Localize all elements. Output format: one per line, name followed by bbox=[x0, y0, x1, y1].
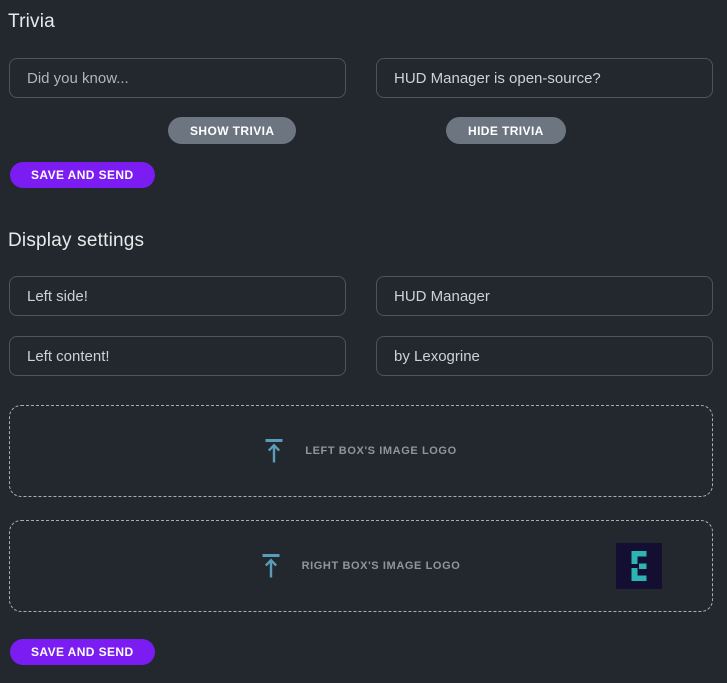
display-save-and-send-button[interactable]: SAVE AND SEND bbox=[10, 639, 155, 665]
trivia-save-and-send-button[interactable]: SAVE AND SEND bbox=[10, 162, 155, 188]
right-logo-dropzone-label: RIGHT BOX'S IMAGE LOGO bbox=[302, 560, 461, 572]
show-trivia-cell: SHOW TRIVIA bbox=[9, 117, 346, 144]
left-content-input[interactable] bbox=[9, 336, 346, 376]
pixel-e-logo-icon bbox=[631, 551, 647, 581]
right-content-input[interactable] bbox=[376, 336, 713, 376]
trivia-question-field bbox=[9, 58, 346, 98]
left-logo-dropzone[interactable]: LEFT BOX'S IMAGE LOGO bbox=[9, 405, 713, 497]
right-logo-dropzone[interactable]: RIGHT BOX'S IMAGE LOGO bbox=[9, 520, 713, 612]
show-trivia-button[interactable]: SHOW TRIVIA bbox=[168, 117, 296, 144]
trivia-content-input[interactable] bbox=[376, 58, 713, 98]
trivia-inputs-row bbox=[9, 58, 713, 98]
trivia-question-input[interactable] bbox=[9, 58, 346, 98]
trivia-buttons-row: SHOW TRIVIA HIDE TRIVIA bbox=[9, 117, 713, 144]
hide-trivia-button[interactable]: HIDE TRIVIA bbox=[446, 117, 566, 144]
left-title-field bbox=[9, 276, 346, 316]
right-title-input[interactable] bbox=[376, 276, 713, 316]
right-title-field bbox=[376, 276, 713, 316]
right-content-field bbox=[376, 336, 713, 376]
left-title-input[interactable] bbox=[9, 276, 346, 316]
upload-icon bbox=[265, 439, 283, 463]
trivia-section: Trivia SHOW TRIVIA HIDE TRIVIA SAVE AND … bbox=[0, 0, 727, 188]
display-settings-heading: Display settings bbox=[8, 230, 727, 252]
left-content-field bbox=[9, 336, 346, 376]
display-inputs-row-2 bbox=[9, 336, 713, 376]
trivia-heading: Trivia bbox=[8, 0, 727, 33]
display-inputs-row-1 bbox=[9, 276, 713, 316]
left-logo-dropzone-label: LEFT BOX'S IMAGE LOGO bbox=[305, 445, 457, 457]
uploaded-logo-preview bbox=[616, 543, 662, 589]
upload-icon bbox=[262, 554, 280, 578]
hud-customize-panel: Trivia SHOW TRIVIA HIDE TRIVIA SAVE AND … bbox=[0, 0, 727, 683]
hide-trivia-cell: HIDE TRIVIA bbox=[376, 117, 713, 144]
display-settings-section: Display settings bbox=[0, 230, 727, 665]
trivia-content-field bbox=[376, 58, 713, 98]
